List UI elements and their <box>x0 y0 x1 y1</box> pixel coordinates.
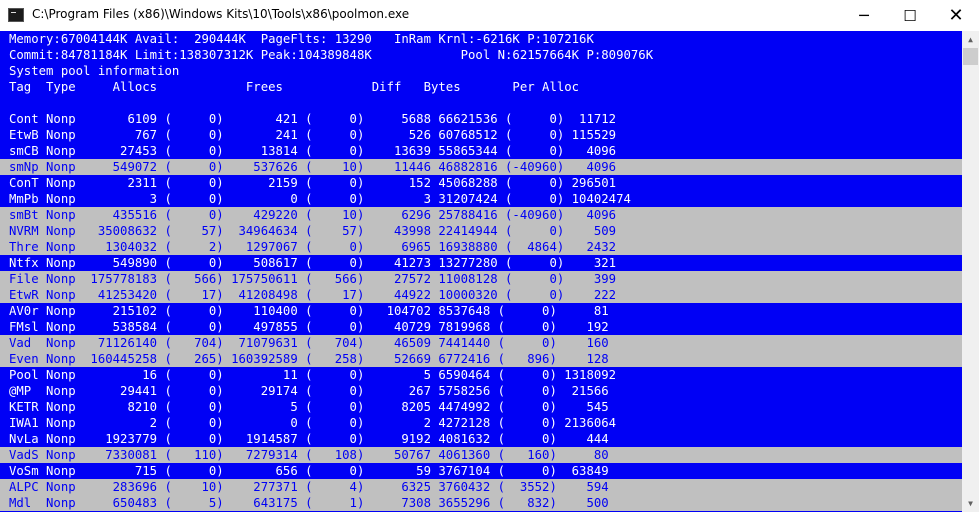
row-text: IWA1 Nonp 2 ( 0) 0 ( 0) 2 4272128 ( 0) 2… <box>9 416 617 430</box>
table-row: Ntfx Nonp 549890 ( 0) 508617 ( 0) 41273 … <box>0 255 962 271</box>
row-text: ALPC Nonp 283696 ( 10) 277371 ( 4) 6325 … <box>9 480 609 494</box>
row-text: Thre Nonp 1304032 ( 2) 1297067 ( 0) 6965… <box>9 240 617 254</box>
table-row: File Nonp 175778183 ( 566) 175750611 ( 5… <box>0 271 962 287</box>
row-text: EtwB Nonp 767 ( 0) 241 ( 0) 526 60768512… <box>9 128 617 142</box>
row-text: VoSm Nonp 715 ( 0) 656 ( 0) 59 3767104 (… <box>9 464 609 478</box>
table-row: smBt Nonp 435516 ( 0) 429220 ( 10) 6296 … <box>0 207 962 223</box>
row-text: smBt Nonp 435516 ( 0) 429220 ( 10) 6296 … <box>9 208 617 222</box>
table-row: Vad Nonp 71126140 ( 704) 71079631 ( 704)… <box>0 335 962 351</box>
row-text: smNp Nonp 549072 ( 0) 537626 ( 10) 11446… <box>9 160 617 174</box>
window-title: C:\Program Files (x86)\Windows Kits\10\T… <box>32 7 410 21</box>
table-row: Mdl Nonp 650483 ( 5) 643175 ( 1) 7308 36… <box>0 495 962 511</box>
table-row: @MP Nonp 29441 ( 0) 29174 ( 0) 267 57582… <box>0 383 962 399</box>
table-row: EtwB Nonp 767 ( 0) 241 ( 0) 526 60768512… <box>0 127 962 143</box>
close-button[interactable]: ✕ <box>933 0 979 31</box>
row-text: Ntfx Nonp 549890 ( 0) 508617 ( 0) 41273 … <box>9 256 617 270</box>
table-row: EtwR Nonp 41253420 ( 17) 41208498 ( 17) … <box>0 287 962 303</box>
table-row: Even Nonp 160445258 ( 265) 160392589 ( 2… <box>0 351 962 367</box>
row-text: @MP Nonp 29441 ( 0) 29174 ( 0) 267 57582… <box>9 384 609 398</box>
table-row: smCB Nonp 27453 ( 0) 13814 ( 0) 13639 55… <box>0 143 962 159</box>
maximize-button[interactable]: ☐ <box>887 0 933 31</box>
table-row: VoSm Nonp 715 ( 0) 656 ( 0) 59 3767104 (… <box>0 463 962 479</box>
column-headers: Tag Type Allocs Frees Diff Bytes Per All… <box>9 80 580 94</box>
row-text: Vad Nonp 71126140 ( 704) 71079631 ( 704)… <box>9 336 609 350</box>
title-bar[interactable]: C:\Program Files (x86)\Windows Kits\10\T… <box>0 0 979 31</box>
commit-summary-line: Commit:84781184K Limit:138307312K Peak:1… <box>9 48 654 62</box>
row-text: MmPb Nonp 3 ( 0) 0 ( 0) 3 31207424 ( 0) … <box>9 192 631 206</box>
console-output[interactable]: Memory:67004144K Avail: 290444K PageFlts… <box>0 31 962 512</box>
table-row: Cont Nonp 6109 ( 0) 421 ( 0) 5688 666215… <box>0 111 962 127</box>
table-row: ALPC Nonp 283696 ( 10) 277371 ( 4) 6325 … <box>0 479 962 495</box>
table-row: NvLa Nonp 1923779 ( 0) 1914587 ( 0) 9192… <box>0 431 962 447</box>
row-text: smCB Nonp 27453 ( 0) 13814 ( 0) 13639 55… <box>9 144 617 158</box>
table-row: FMsl Nonp 538584 ( 0) 497855 ( 0) 40729 … <box>0 319 962 335</box>
row-text: Mdl Nonp 650483 ( 5) 643175 ( 1) 7308 36… <box>9 496 609 510</box>
scroll-down-icon[interactable]: ▼ <box>962 495 979 512</box>
table-row: IWA1 Nonp 2 ( 0) 0 ( 0) 2 4272128 ( 0) 2… <box>0 415 962 431</box>
row-text: ConT Nonp 2311 ( 0) 2159 ( 0) 152 450682… <box>9 176 617 190</box>
table-row: AV0r Nonp 215102 ( 0) 110400 ( 0) 104702… <box>0 303 962 319</box>
row-text: Pool Nonp 16 ( 0) 11 ( 0) 5 6590464 ( 0)… <box>9 368 617 382</box>
row-text: EtwR Nonp 41253420 ( 17) 41208498 ( 17) … <box>9 288 617 302</box>
memory-summary-line: Memory:67004144K Avail: 290444K PageFlts… <box>9 32 594 46</box>
table-row: Thre Nonp 1304032 ( 2) 1297067 ( 0) 6965… <box>0 239 962 255</box>
row-text: Even Nonp 160445258 ( 265) 160392589 ( 2… <box>9 352 609 366</box>
row-text: VadS Nonp 7330081 ( 110) 7279314 ( 108) … <box>9 448 609 462</box>
row-text: File Nonp 175778183 ( 566) 175750611 ( 5… <box>9 272 617 286</box>
table-row: NVRM Nonp 35008632 ( 57) 34964634 ( 57) … <box>0 223 962 239</box>
scroll-thumb[interactable] <box>963 48 978 65</box>
table-row: KETR Nonp 8210 ( 0) 5 ( 0) 8205 4474992 … <box>0 399 962 415</box>
table-row: ConT Nonp 2311 ( 0) 2159 ( 0) 152 450682… <box>0 175 962 191</box>
table-row: VadS Nonp 7330081 ( 110) 7279314 ( 108) … <box>0 447 962 463</box>
row-text: AV0r Nonp 215102 ( 0) 110400 ( 0) 104702… <box>9 304 609 318</box>
row-text: NvLa Nonp 1923779 ( 0) 1914587 ( 0) 9192… <box>9 432 609 446</box>
vertical-scrollbar[interactable]: ▲ ▼ <box>962 31 979 512</box>
row-text: Cont Nonp 6109 ( 0) 421 ( 0) 5688 666215… <box>9 112 617 126</box>
row-text: KETR Nonp 8210 ( 0) 5 ( 0) 8205 4474992 … <box>9 400 609 414</box>
table-row: Pool Nonp 16 ( 0) 11 ( 0) 5 6590464 ( 0)… <box>0 367 962 383</box>
row-text: FMsl Nonp 538584 ( 0) 497855 ( 0) 40729 … <box>9 320 609 334</box>
table-row: smNp Nonp 549072 ( 0) 537626 ( 10) 11446… <box>0 159 962 175</box>
minimize-button[interactable]: ─ <box>841 0 887 31</box>
table-row: MmPb Nonp 3 ( 0) 0 ( 0) 3 31207424 ( 0) … <box>0 191 962 207</box>
row-text: NVRM Nonp 35008632 ( 57) 34964634 ( 57) … <box>9 224 617 238</box>
section-heading: System pool information <box>9 64 180 78</box>
console-icon <box>8 8 24 22</box>
scroll-up-icon[interactable]: ▲ <box>962 31 979 48</box>
